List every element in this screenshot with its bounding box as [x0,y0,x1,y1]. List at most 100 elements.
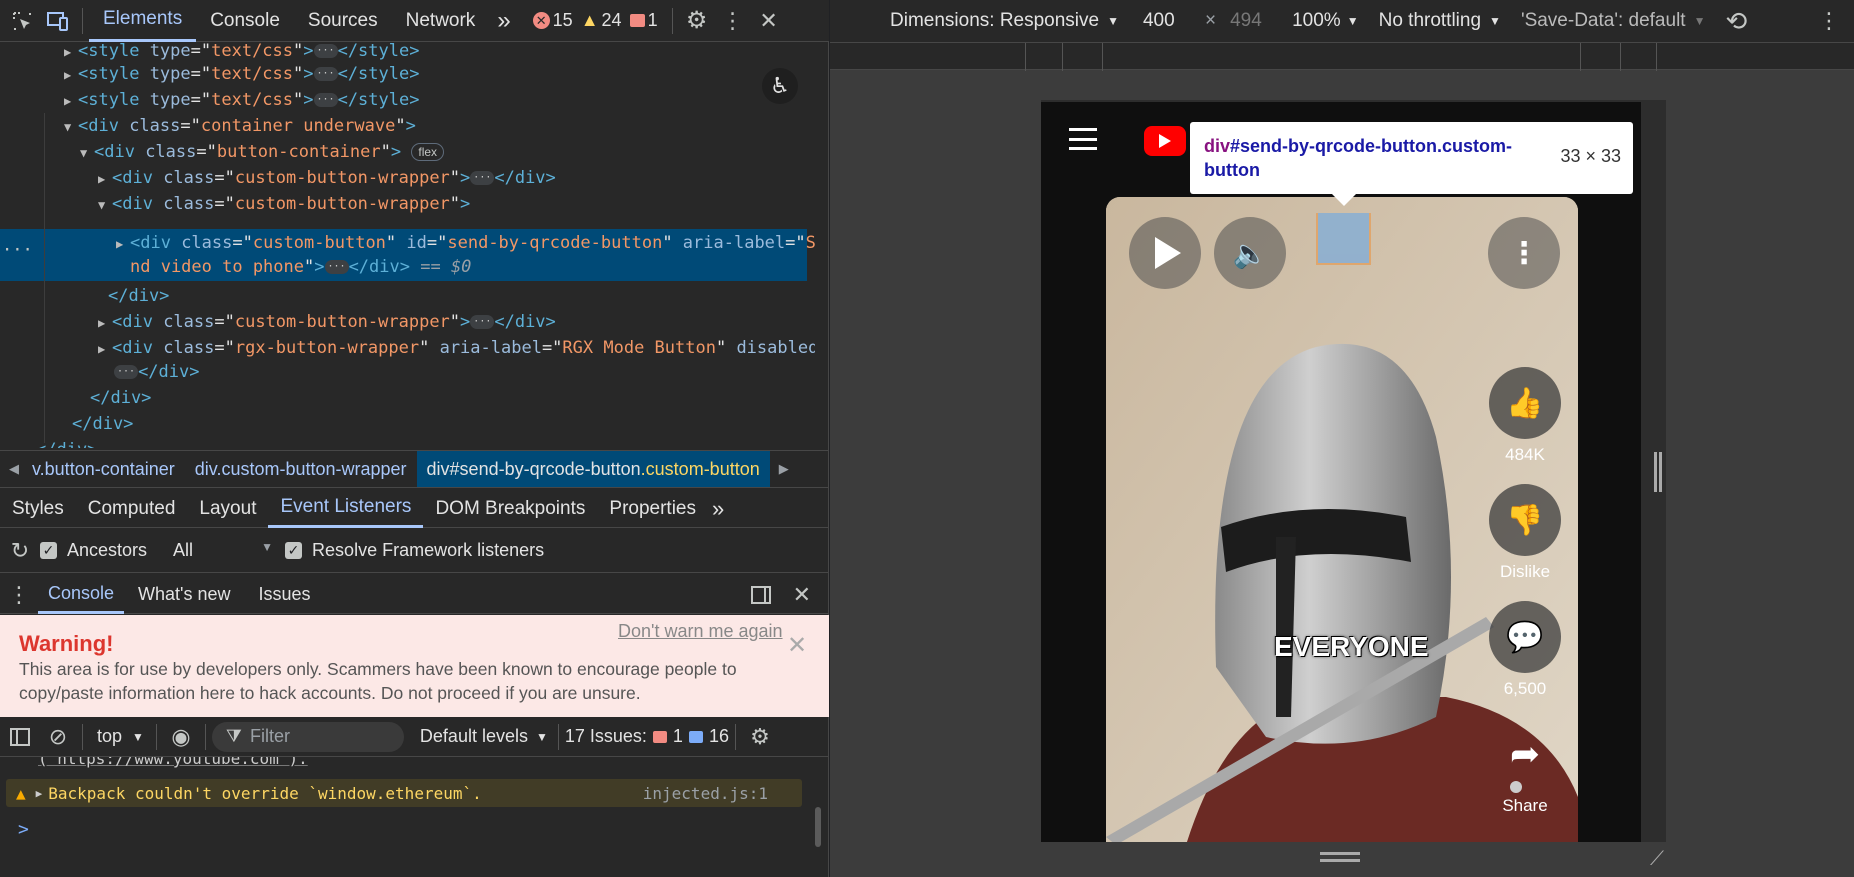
send-to-phone-button[interactable] [1316,213,1371,265]
clear-console-icon[interactable]: ⊘ [40,724,76,750]
dislike-action[interactable]: 👎 Dislike [1488,484,1562,582]
console-warning-source[interactable]: injected.js:1 [643,784,768,803]
height-input[interactable]: 494 [1230,10,1278,32]
more-subtabs-icon[interactable]: » [708,490,728,528]
sidebar-tabs: Styles Computed Layout Event Listeners D… [0,490,829,528]
console-settings-gear-icon[interactable]: ⚙ [742,724,778,750]
drawer-tab-whats-new[interactable]: What's new [124,576,244,614]
tab-elements[interactable]: Elements [89,0,197,42]
comments-action[interactable]: 💬 6,500 [1488,601,1562,699]
more-options-icon[interactable]: ⋮ [715,0,751,42]
accessibility-icon[interactable]: ♿ [762,68,798,104]
tab-console[interactable]: Console [196,0,294,42]
issues-counter[interactable]: 17 Issues: 1 16 [565,726,729,747]
more-actions-button[interactable]: ⋮ [1488,217,1560,289]
dismiss-warning-icon[interactable]: ✕ [787,631,807,660]
resolve-framework-checkbox[interactable]: ✓ [285,542,303,559]
dont-warn-link[interactable]: Don't warn me again [618,621,783,642]
filter-input[interactable]: ⧩ Filter [211,721,404,752]
warning-count-badge[interactable]: ▲ 24 [581,10,622,31]
tooltip-selector: div#send-by-qrcode-button.custom-button [1204,136,1513,180]
issue-count-badge[interactable]: 1 [629,10,658,31]
rotate-icon[interactable]: ⟲ [1725,6,1747,37]
console-scrollbar[interactable] [815,807,821,847]
youtube-logo-icon[interactable] [1144,126,1186,156]
issue-count: 1 [647,10,658,30]
dom-node[interactable]: ▶ <div class="custom-button-wrapper"> ··· <… [98,309,556,336]
tab-dom-breakpoints[interactable]: DOM Breakpoints [423,490,597,528]
dom-node[interactable]: ▶ <style type="text/css"> ··· </style> [64,61,419,88]
device-more-options-icon[interactable]: ⋮ [1818,8,1840,34]
chevron-down-icon: ▼ [1489,14,1501,28]
dom-node[interactable]: ▶ <div class="custom-button-wrapper"> ··· <… [98,165,556,192]
flex-badge[interactable]: flex [411,143,445,161]
tooltip-size: 33 × 33 [1560,146,1621,166]
breadcrumb-item-active[interactable]: div #send-by-qrcode-button .custom-button [416,451,770,487]
error-count-badge[interactable]: ✕ 15 [532,10,573,31]
more-tabs-icon[interactable]: » [489,0,518,42]
play-button[interactable] [1129,217,1201,289]
tab-properties[interactable]: Properties [597,490,708,528]
warning-icon: ▲ [16,783,26,803]
toolbar-divider [82,7,83,34]
selected-dom-node[interactable]: ▶ <div class="custom-button" id="send-by-… [116,231,815,256]
tab-event-listeners[interactable]: Event Listeners [268,490,424,528]
ancestors-checkbox[interactable]: ✓ [40,542,57,559]
drawer-tab-issues[interactable]: Issues [245,576,325,614]
selected-node-dots-icon[interactable]: ··· [2,237,33,263]
breadcrumb-scroll-left-icon[interactable]: ◀ [0,461,28,477]
close-drawer-icon[interactable]: ✕ [793,582,811,608]
tab-computed[interactable]: Computed [76,490,188,528]
selected-dom-node-cont[interactable]: nd video to phone"> ··· </div> == $0 [130,255,471,279]
sidebar-toggle-icon[interactable] [0,727,40,746]
tab-styles[interactable]: Styles [0,490,76,528]
inspect-element-icon[interactable] [4,0,40,42]
shorts-video[interactable]: EVERYONE 🔈 ⋮ 👍 484K 👎 Dislike 💬 6,500 ➦ Shar… [1106,197,1578,842]
resize-handle-right[interactable] [1654,452,1662,492]
console-warning-row[interactable]: ▲ ▶ Backpack couldn't override `window.e… [6,779,802,807]
drawer-tab-console[interactable]: Console [38,576,125,614]
chevron-down-icon: ▼ [535,729,548,744]
device-toolbar: Dimensions: Responsive ▼ 400 × 494 100% ▼ … [830,0,1854,42]
console-log: ( https://www.youtube.com ). ▲ ▶ Backpac… [0,757,829,877]
dom-node[interactable]: ▼ <div class="button-container"> flex [80,139,445,166]
breadcrumb: ◀ v.button-container div.custom-button-w… [0,450,829,488]
device-toolbar-icon[interactable] [40,0,76,42]
dom-node: </div> [36,437,97,448]
save-data-select[interactable]: 'Save-Data': default ▼ [1521,10,1706,32]
breadcrumb-item[interactable]: v.button-container [28,451,185,487]
element-inspect-tooltip: div#send-by-qrcode-button.custom-button … [1190,122,1633,206]
mute-button[interactable]: 🔈 [1214,217,1286,289]
video-caption: EVERYONE [1274,631,1429,662]
refresh-icon[interactable]: ↻ [0,538,40,564]
breadcrumb-item[interactable]: div.custom-button-wrapper [185,451,417,487]
console-prompt[interactable]: > [18,819,29,840]
zoom-select[interactable]: 100% ▼ [1292,10,1359,32]
hamburger-menu-icon[interactable] [1069,128,1097,150]
dom-node[interactable]: ▶ <style type="text/css"> ··· </style> [64,87,419,114]
comment-icon: 💬 [1506,620,1544,654]
breadcrumb-scroll-right-icon[interactable]: ▶ [770,461,798,477]
dimensions-select[interactable]: Dimensions: Responsive ▼ [890,10,1119,32]
tab-layout[interactable]: Layout [187,490,268,528]
share-action[interactable]: ➦ Share [1488,718,1562,816]
dock-side-icon[interactable] [751,585,771,604]
dom-node[interactable]: ▼ <div class="container underwave"> [64,113,416,140]
drawer-menu-icon[interactable]: ⋮ [0,582,38,608]
dom-node[interactable]: ▼ <div class="custom-button-wrapper"> [98,191,470,218]
tab-network[interactable]: Network [392,0,490,42]
width-input[interactable]: 400 [1143,10,1191,32]
throttle-select[interactable]: No throttling ▼ [1379,10,1501,32]
resize-handle-bottom[interactable] [1320,852,1360,862]
tab-sources[interactable]: Sources [294,0,392,42]
resize-corner-icon[interactable]: ⟋ [1650,848,1664,871]
like-action[interactable]: 👍 484K [1488,367,1562,465]
live-expression-eye-icon[interactable]: ◉ [163,724,199,750]
event-type-select[interactable]: All ▼ [173,540,273,561]
log-levels-select[interactable]: Default levels ▼ [420,726,548,747]
dom-node[interactable]: ▶ <div class="rgx-button-wrapper" aria-la… [98,335,815,362]
settings-gear-icon[interactable]: ⚙ [679,0,715,42]
expand-icon[interactable]: ▶ [36,787,43,800]
close-devtools-icon[interactable]: ✕ [751,0,787,42]
context-select[interactable]: top ▼ [97,726,144,747]
